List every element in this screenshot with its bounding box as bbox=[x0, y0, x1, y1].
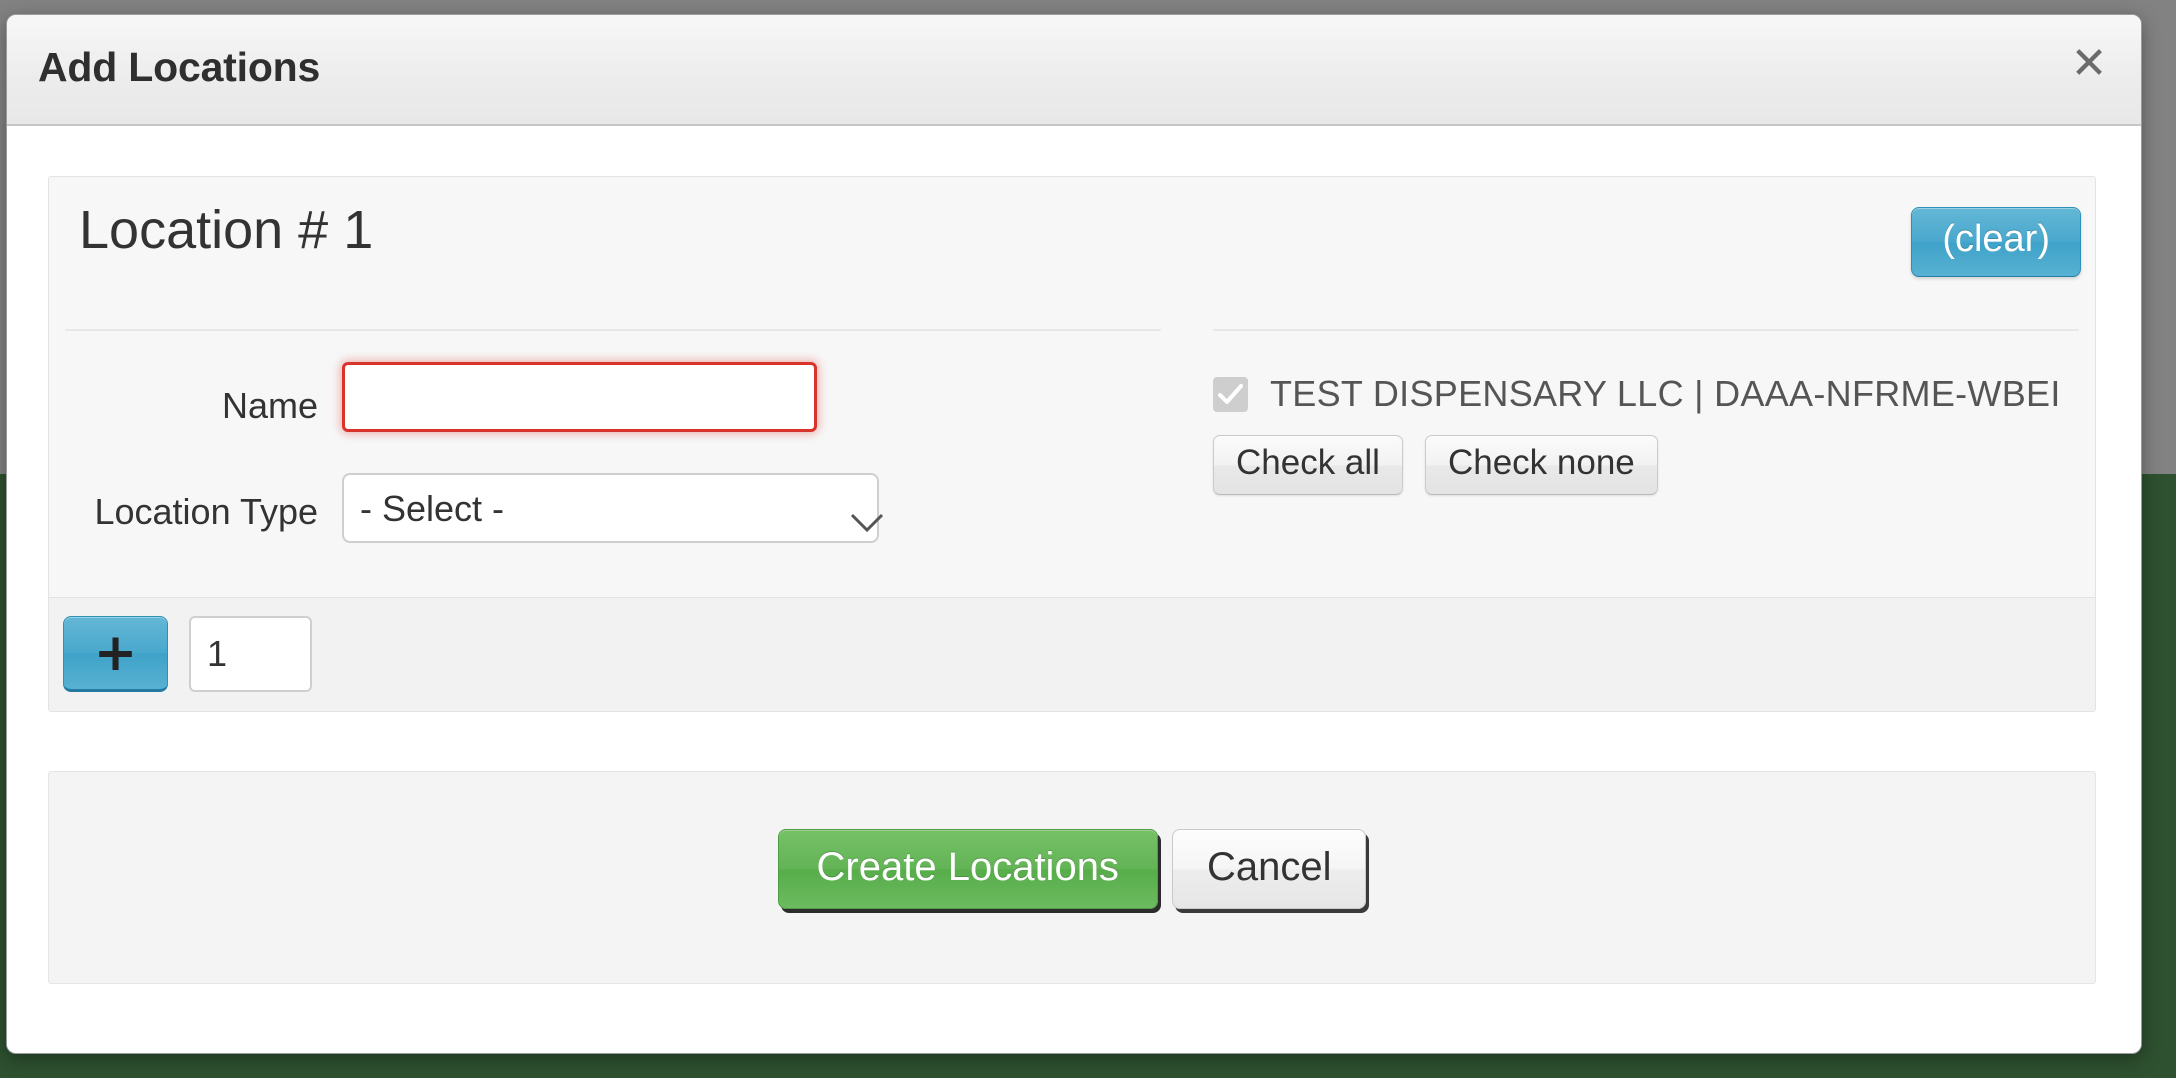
location-form: Name Location Type - Select - bbox=[65, 362, 1177, 574]
close-icon: ✕ bbox=[2070, 38, 2108, 89]
add-location-row: + bbox=[49, 597, 2095, 711]
location-type-label: Location Type bbox=[94, 491, 318, 532]
page-title: Add Locations bbox=[38, 44, 321, 90]
right-column-divider bbox=[1213, 329, 2079, 331]
clear-row: (clear) bbox=[1911, 207, 2081, 277]
create-locations-button[interactable]: Create Locations bbox=[777, 829, 1158, 909]
location-count-input[interactable] bbox=[189, 616, 312, 692]
cancel-button[interactable]: Cancel bbox=[1171, 829, 1367, 909]
add-location-button[interactable]: + bbox=[63, 616, 168, 692]
left-column-divider bbox=[65, 329, 1161, 331]
location-type-select[interactable]: - Select - bbox=[342, 473, 879, 543]
location-panel: Location # 1 Name Location Type - Select… bbox=[48, 176, 2096, 712]
modal-header: Add Locations ✕ bbox=[7, 15, 2141, 126]
location-type-field-row: Location Type - Select - bbox=[65, 468, 1177, 574]
check-icon bbox=[1218, 383, 1243, 404]
license-list: TEST DISPENSARY LLC | DAAA-NFRME-WBEI Ch… bbox=[1213, 373, 2079, 495]
name-input[interactable] bbox=[342, 362, 817, 432]
name-label: Name bbox=[221, 385, 318, 426]
add-locations-modal: Add Locations ✕ Location # 1 Name Locati… bbox=[6, 14, 2142, 1054]
license-label: TEST DISPENSARY LLC | DAAA-NFRME-WBEI bbox=[1270, 373, 2061, 414]
name-field-row: Name bbox=[65, 362, 1177, 468]
footer-buttons-group: Create Locations Cancel bbox=[49, 829, 2095, 909]
plus-icon: + bbox=[93, 623, 138, 683]
close-button[interactable]: ✕ bbox=[2065, 40, 2113, 88]
check-buttons-group: Check all Check none bbox=[1213, 435, 2079, 495]
check-all-button[interactable]: Check all bbox=[1213, 435, 1403, 495]
license-checkbox[interactable] bbox=[1213, 376, 1248, 412]
footer-panel: Create Locations Cancel bbox=[48, 771, 2096, 984]
location-heading: Location # 1 bbox=[79, 200, 374, 260]
modal-body: Location # 1 Name Location Type - Select… bbox=[7, 126, 2141, 1051]
clear-button[interactable]: (clear) bbox=[1911, 207, 2081, 277]
list-item[interactable]: TEST DISPENSARY LLC | DAAA-NFRME-WBEI bbox=[1213, 373, 2079, 415]
check-none-button[interactable]: Check none bbox=[1424, 435, 1658, 495]
